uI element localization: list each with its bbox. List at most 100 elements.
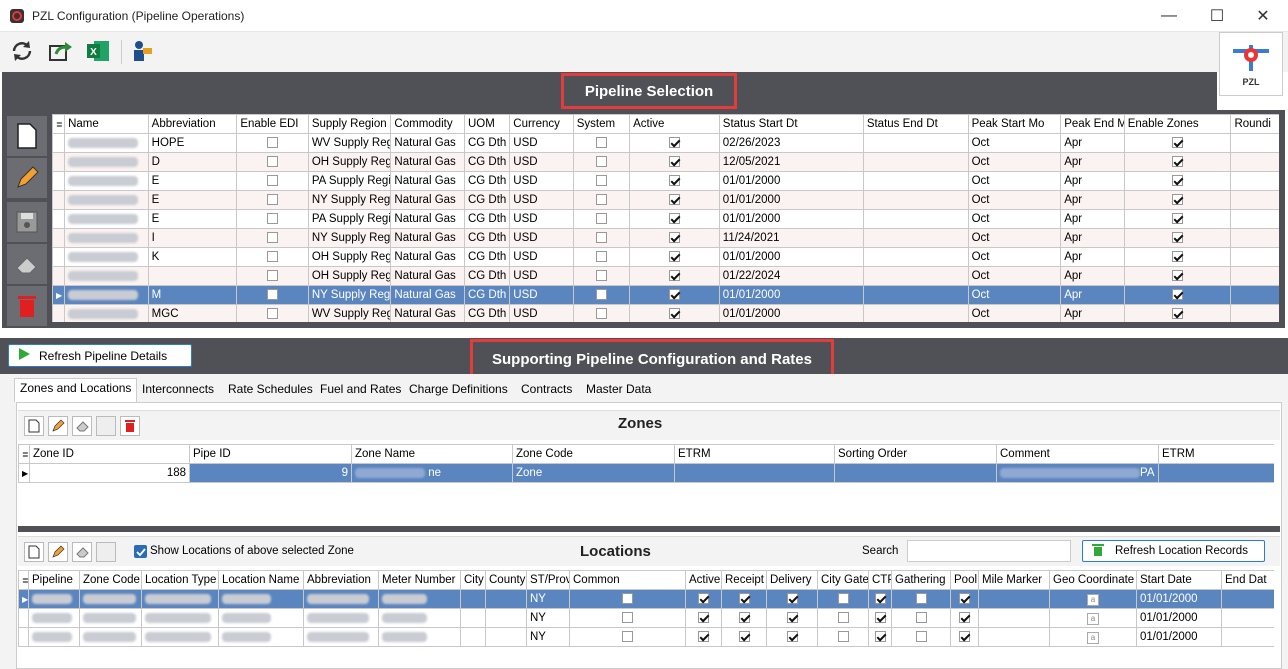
column-header-abbreviation[interactable]: Abbreviation [147, 114, 238, 134]
common-checkbox[interactable] [622, 612, 633, 624]
zone-id-cell[interactable]: 188 [29, 463, 190, 483]
active-cell[interactable] [629, 171, 720, 191]
locations-column-county[interactable]: County [485, 570, 527, 590]
pipeline-row[interactable]: ▶ M NY Supply Reg Natural Gas CG Dth USD 01/01… [52, 285, 1279, 305]
locations-column-ctp[interactable]: CTP [868, 570, 892, 590]
location-redacted-cell[interactable] [28, 627, 80, 647]
locations-column-st-prov[interactable]: ST/Prov [526, 570, 570, 590]
common-cell[interactable] [569, 627, 686, 647]
pipeline-row[interactable]: K OH Supply Reg Natural Gas CG Dth USD 01/01/… [52, 247, 1279, 267]
tab-charge-definitions[interactable]: Charge Definitions [404, 380, 513, 402]
zones-column-zone-id[interactable]: Zone ID [29, 444, 190, 464]
delivery-cell[interactable] [766, 627, 818, 647]
zone-name-cell[interactable]: ne [351, 463, 513, 483]
delivery-checkbox[interactable] [786, 631, 798, 643]
uom-cell[interactable]: CG Dth [463, 228, 511, 248]
ctp-cell[interactable] [868, 608, 892, 628]
pipeline-row[interactable]: D OH Supply Reg Natural Gas CG Dth USD 12/05/… [52, 152, 1279, 172]
name-cell[interactable] [64, 285, 149, 305]
system-checkbox[interactable] [595, 289, 607, 301]
system-checkbox[interactable] [595, 213, 607, 225]
abbreviation-cell[interactable] [147, 266, 238, 286]
active-checkbox[interactable] [668, 213, 680, 225]
maximize-button[interactable]: ☐ [1194, 0, 1240, 32]
enable-zones-checkbox[interactable] [1172, 156, 1184, 168]
receipt-checkbox[interactable] [738, 631, 750, 643]
location-redacted-cell[interactable] [460, 627, 486, 647]
enable-zones-checkbox[interactable] [1172, 289, 1184, 301]
city-gate-checkbox[interactable] [837, 631, 849, 643]
abbreviation-cell[interactable]: HOPE [147, 133, 238, 153]
status-end-cell[interactable] [862, 247, 969, 267]
geo-icon[interactable]: a [1087, 631, 1099, 644]
enable-edi-checkbox[interactable] [267, 251, 279, 263]
enable-zones-checkbox[interactable] [1172, 194, 1184, 206]
location-redacted-cell[interactable] [378, 627, 461, 647]
locations-edit-icon[interactable] [48, 542, 68, 562]
excel-icon[interactable]: X [83, 36, 113, 66]
peak-start-cell[interactable]: Oct [967, 209, 1062, 229]
active-checkbox[interactable] [668, 251, 680, 263]
peak-start-cell[interactable]: Oct [967, 228, 1062, 248]
column-header-currency[interactable]: Currency [509, 114, 574, 134]
supply-region-cell[interactable]: WV Supply Reg [307, 133, 392, 153]
uom-cell[interactable]: CG Dth [463, 304, 511, 322]
peak-start-cell[interactable]: Oct [967, 152, 1062, 172]
ctp-cell[interactable] [868, 627, 892, 647]
active-cell[interactable] [629, 285, 720, 305]
system-cell[interactable] [572, 247, 631, 267]
gathering-cell[interactable] [891, 589, 951, 609]
system-checkbox[interactable] [595, 175, 607, 187]
currency-cell[interactable]: USD [509, 304, 574, 322]
receipt-checkbox[interactable] [738, 593, 750, 605]
location-row[interactable]: NY a 01/01/2000 [18, 608, 1274, 628]
location-redacted-cell[interactable] [28, 608, 80, 628]
supply-region-cell[interactable]: PA Supply Regi [307, 171, 392, 191]
name-cell[interactable] [64, 247, 149, 267]
edit-record-button[interactable] [7, 158, 47, 198]
currency-cell[interactable]: USD [509, 209, 574, 229]
geo-coordinate-cell[interactable]: a [1049, 608, 1137, 628]
enable-zones-cell[interactable] [1123, 247, 1232, 267]
locations-new-icon[interactable] [24, 542, 44, 562]
commodity-cell[interactable]: Natural Gas [390, 304, 465, 322]
gathering-checkbox[interactable] [915, 612, 927, 624]
zones-new-icon[interactable] [24, 416, 44, 436]
peak-end-cell[interactable]: Apr [1060, 171, 1125, 191]
supply-region-cell[interactable]: OH Supply Reg [307, 247, 392, 267]
enable-zones-cell[interactable] [1123, 304, 1232, 322]
system-checkbox[interactable] [595, 251, 607, 263]
abbreviation-cell[interactable]: E [147, 209, 238, 229]
active-cell[interactable] [629, 228, 720, 248]
status-start-cell[interactable]: 01/01/2000 [718, 247, 864, 267]
locations-column-delivery[interactable]: Delivery [766, 570, 818, 590]
enable-edi-checkbox[interactable] [267, 308, 279, 320]
system-checkbox[interactable] [595, 270, 607, 282]
zones-eraser-icon[interactable] [72, 416, 92, 436]
column-header-status-end-dt[interactable]: Status End Dt [862, 114, 969, 134]
peak-end-cell[interactable]: Apr [1060, 228, 1125, 248]
locations-column-start-date[interactable]: Start Date [1136, 570, 1222, 590]
commodity-cell[interactable]: Natural Gas [390, 190, 465, 210]
search-input[interactable] [907, 540, 1071, 562]
pipeline-row[interactable]: MGC WV Supply Reg Natural Gas CG Dth USD 01/0… [52, 304, 1279, 322]
status-start-cell[interactable]: 01/22/2024 [718, 266, 864, 286]
locations-column-abbreviation[interactable]: Abbreviation [303, 570, 379, 590]
peak-end-cell[interactable]: Apr [1060, 266, 1125, 286]
rounding-cell[interactable]: 0 [1230, 247, 1279, 267]
tab-zones-and-locations[interactable]: Zones and Locations [14, 378, 138, 402]
mile-marker-cell[interactable] [978, 627, 1050, 647]
geo-coordinate-cell[interactable]: a [1049, 589, 1137, 609]
eraser-button[interactable] [7, 244, 47, 284]
zones-row[interactable]: ▶ 188 9 ne Zone PA [18, 463, 1274, 483]
locations-column-pipeline[interactable]: Pipeline [28, 570, 80, 590]
commodity-cell[interactable]: Natural Gas [390, 171, 465, 191]
locations-column-meter-number[interactable]: Meter Number [378, 570, 461, 590]
abbreviation-cell[interactable]: K [147, 247, 238, 267]
name-cell[interactable] [64, 266, 149, 286]
currency-cell[interactable]: USD [509, 171, 574, 191]
abbreviation-cell[interactable]: D [147, 152, 238, 172]
tab-master-data[interactable]: Master Data [581, 380, 656, 402]
enable-edi-checkbox[interactable] [267, 289, 279, 301]
end-date-cell[interactable] [1221, 627, 1274, 647]
